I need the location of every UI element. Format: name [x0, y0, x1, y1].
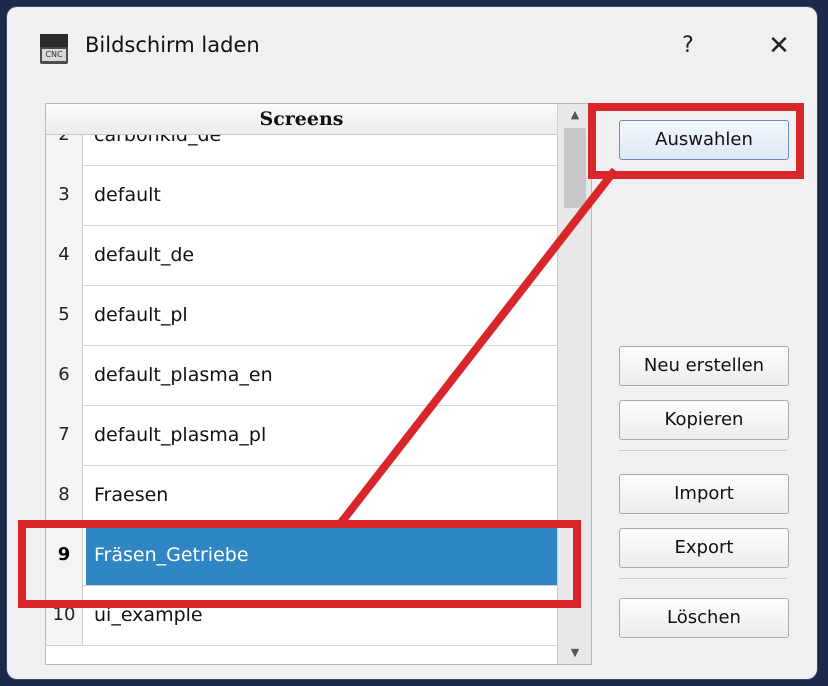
scroll-up-arrow-icon[interactable]: ▲	[558, 104, 591, 126]
row-index: 4	[46, 225, 83, 285]
row-name: default_pl	[94, 304, 188, 326]
column-header-screens[interactable]: Screens	[46, 104, 557, 135]
annotation-highlight-row	[18, 520, 581, 608]
row-name: default	[94, 184, 161, 206]
row-name: default_plasma_en	[94, 364, 273, 386]
table-row[interactable]: 8 Fraesen	[46, 465, 557, 526]
app-icon-top	[40, 34, 68, 47]
row-index: 5	[46, 285, 83, 345]
window-title: Bildschirm laden	[85, 33, 260, 57]
app-icon: CNC	[40, 34, 68, 64]
table-row[interactable]: 6 default_plasma_en	[46, 345, 557, 406]
scroll-thumb[interactable]	[564, 128, 586, 208]
table-row[interactable]: 7 default_plasma_pl	[46, 405, 557, 466]
row-index: 3	[46, 165, 83, 225]
button-divider	[619, 578, 787, 579]
table-row[interactable]: 3 default	[46, 165, 557, 226]
export-button[interactable]: Export	[619, 528, 789, 568]
row-index: 8	[46, 465, 83, 525]
app-icon-label: CNC	[42, 49, 66, 61]
row-index: 7	[46, 405, 83, 465]
close-button[interactable]: ✕	[759, 29, 799, 63]
delete-button[interactable]: Löschen	[619, 598, 789, 638]
new-button[interactable]: Neu erstellen	[619, 346, 789, 386]
row-index: 2	[46, 135, 83, 165]
button-divider	[619, 450, 787, 451]
row-name: default_plasma_pl	[94, 424, 267, 446]
row-name: Fraesen	[94, 484, 169, 506]
import-button[interactable]: Import	[619, 474, 789, 514]
table-row[interactable]: 4 default_de	[46, 225, 557, 286]
help-button[interactable]: ?	[673, 29, 703, 63]
row-name: default_de	[94, 244, 195, 266]
row-index: 6	[46, 345, 83, 405]
row-name: carbonkid_de	[94, 135, 222, 146]
annotation-highlight-button	[588, 103, 804, 179]
table-row[interactable]: 2 carbonkid_de	[46, 135, 557, 166]
scroll-down-arrow-icon[interactable]: ▼	[558, 642, 591, 664]
title-bar: CNC Bildschirm laden ? ✕	[7, 7, 817, 87]
copy-button[interactable]: Kopieren	[619, 400, 789, 440]
